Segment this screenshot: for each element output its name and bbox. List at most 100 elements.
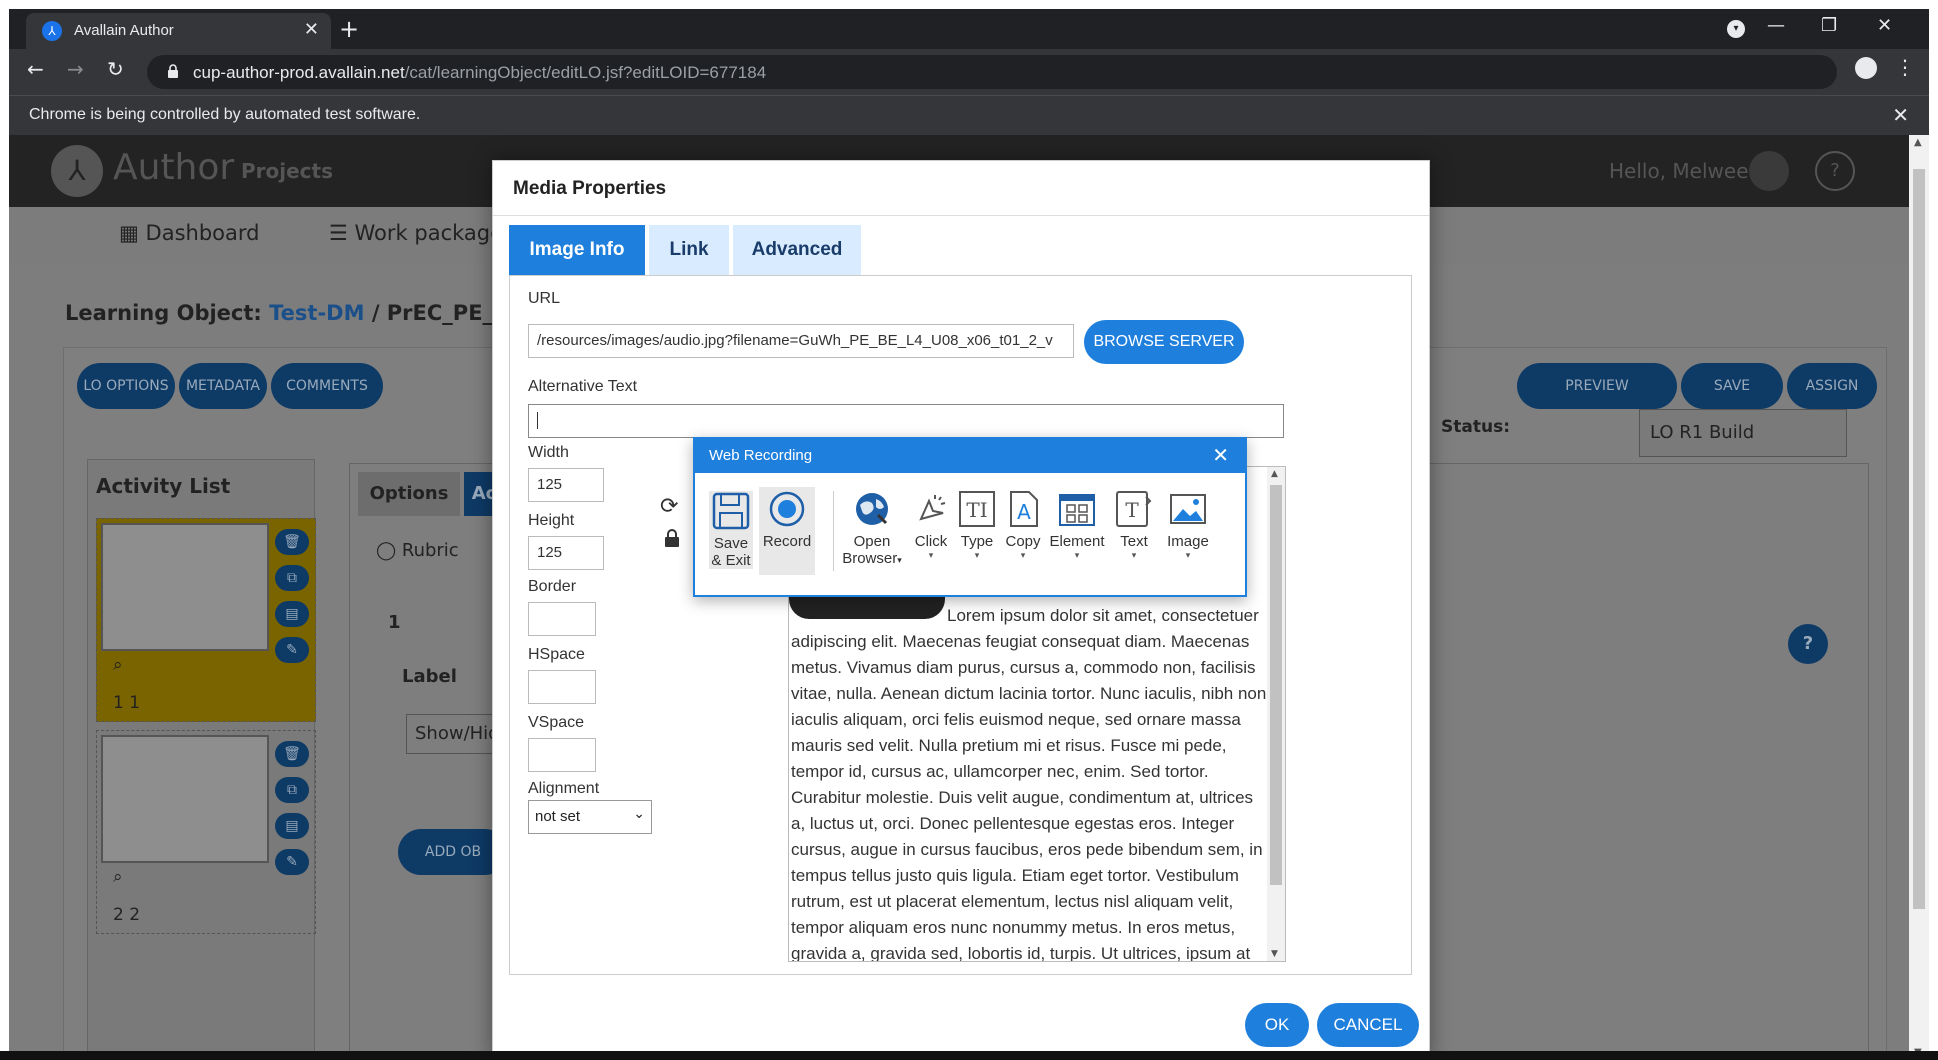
alt-text-field[interactable]: ​ xyxy=(528,404,1284,438)
infobar-close-icon[interactable]: ✕ xyxy=(1892,103,1909,127)
url-text: cup-author-prod.avallain.net/cat/learnin… xyxy=(193,63,766,83)
close-window-button[interactable]: ✕ xyxy=(1877,15,1892,36)
globe-icon xyxy=(856,493,888,525)
vspace-label: VSpace xyxy=(528,714,585,731)
record-label: Record xyxy=(762,533,812,550)
text-button[interactable]: T Text ▾ xyxy=(1109,489,1159,560)
forward-icon[interactable]: → xyxy=(67,57,84,81)
cancel-button[interactable]: CANCEL xyxy=(1317,1003,1419,1047)
lock-ratio-icon[interactable] xyxy=(664,528,680,548)
click-button[interactable]: Click ▾ xyxy=(909,489,953,560)
svg-text:TI: TI xyxy=(966,498,987,522)
media-properties-dialog: Media Properties Image Info Link Advance… xyxy=(492,160,1430,1060)
alignment-value: not set xyxy=(535,808,581,825)
type-button[interactable]: TI Type ▾ xyxy=(955,489,999,560)
browser-tab[interactable]: ⅄ Avallain Author ✕ xyxy=(26,13,331,49)
tab-close-icon[interactable]: ✕ xyxy=(304,19,319,40)
type-label: Type xyxy=(960,533,994,550)
url-host: cup-author-prod.avallain.net xyxy=(193,63,405,82)
image-label: Image xyxy=(1167,533,1209,550)
scroll-down-icon[interactable]: ▼ xyxy=(1271,949,1278,959)
close-icon[interactable]: ✕ xyxy=(1212,443,1229,467)
text-icon: T xyxy=(1116,491,1152,527)
browser-toolbar: ← → ↻ cup-author-prod.avallain.net/cat/l… xyxy=(9,49,1929,95)
preview-scrollbar[interactable]: ▲ ▼ xyxy=(1267,467,1285,961)
height-field[interactable]: 125 xyxy=(528,536,604,570)
url-path: /cat/learningObject/editLO.jsf?editLOID=… xyxy=(404,63,767,82)
tab-advanced[interactable]: Advanced xyxy=(733,225,861,275)
save-exit-label-2: & Exit xyxy=(711,552,751,569)
browser-window: ⅄ Avallain Author ✕ + ▾ — ❐ ✕ ← → ↻ cup-… xyxy=(9,9,1929,1060)
chevron-down-icon: ▾ xyxy=(928,550,934,560)
tab-link[interactable]: Link xyxy=(649,225,729,275)
open-browser-button[interactable]: Open Browser▾ xyxy=(837,489,907,569)
reload-icon[interactable]: ↻ xyxy=(107,57,124,81)
dialog-title: Media Properties xyxy=(513,178,667,199)
url-field[interactable]: /resources/images/audio.jpg?filename=GuW… xyxy=(528,324,1074,358)
scroll-up-icon[interactable]: ▲ xyxy=(1914,137,1922,148)
preview-text: Lorem ipsum dolor sit amet, consectetuer… xyxy=(791,606,1267,962)
border-field[interactable] xyxy=(528,602,596,636)
hspace-field[interactable] xyxy=(528,670,596,704)
chevron-down-icon: ▾ xyxy=(1020,550,1026,560)
vspace-field[interactable] xyxy=(528,738,596,772)
account-icon[interactable] xyxy=(1855,57,1877,79)
save-exit-label-1: Save xyxy=(713,535,749,552)
alignment-label: Alignment xyxy=(528,780,600,797)
avallain-favicon-icon: ⅄ xyxy=(42,21,62,41)
page-scroll-thumb[interactable] xyxy=(1913,169,1925,909)
chevron-down-icon: ⌄ xyxy=(633,805,645,821)
taskbar-edge xyxy=(0,1051,1938,1060)
infobar-text: Chrome is being controlled by automated … xyxy=(29,106,421,123)
width-field[interactable]: 125 xyxy=(528,468,604,502)
alignment-select[interactable]: not set ⌄ xyxy=(528,800,652,834)
copy-button[interactable]: A Copy ▾ xyxy=(1001,489,1045,560)
image-button[interactable]: Image ▾ xyxy=(1161,489,1215,560)
page-scrollbar[interactable]: ▲ ▼ xyxy=(1909,135,1929,1060)
new-tab-button[interactable]: + xyxy=(339,15,359,43)
record-icon xyxy=(769,491,805,527)
tab-search-icon[interactable]: ▾ xyxy=(1727,20,1745,38)
preview-scroll-thumb[interactable] xyxy=(1270,485,1282,885)
width-label: Width xyxy=(528,444,569,461)
chevron-down-icon: ▾ xyxy=(1131,550,1137,560)
reset-size-icon[interactable]: ⟳ xyxy=(660,494,678,519)
screen: ⅄ Avallain Author ✕ + ▾ — ❐ ✕ ← → ↻ cup-… xyxy=(0,0,1938,1060)
automation-infobar: Chrome is being controlled by automated … xyxy=(9,95,1929,135)
text-cursor: ​ xyxy=(537,412,538,429)
save-exit-button[interactable]: Save & Exit xyxy=(709,491,753,569)
copy-label: Copy xyxy=(1005,533,1041,550)
copy-text-icon: A xyxy=(1010,491,1038,527)
chevron-down-icon: ▾ xyxy=(1185,550,1191,560)
web-recording-titlebar[interactable]: Web Recording ✕ xyxy=(695,439,1245,473)
address-bar[interactable]: cup-author-prod.avallain.net/cat/learnin… xyxy=(147,55,1837,89)
element-button[interactable]: Element ▾ xyxy=(1047,489,1107,560)
chevron-down-icon: ▾ xyxy=(974,550,980,560)
divider xyxy=(493,215,1429,216)
svg-text:A: A xyxy=(1017,500,1031,524)
scroll-up-icon[interactable]: ▲ xyxy=(1271,469,1278,479)
lock-icon xyxy=(168,64,178,78)
tab-strip: ⅄ Avallain Author ✕ + ▾ — ❐ ✕ xyxy=(9,9,1929,49)
cursor-click-icon xyxy=(919,495,946,521)
click-label: Click xyxy=(914,533,948,550)
browse-server-button[interactable]: BROWSE SERVER xyxy=(1084,320,1244,364)
record-button[interactable]: Record xyxy=(759,487,815,575)
tab-image-info[interactable]: Image Info xyxy=(509,225,645,275)
back-icon[interactable]: ← xyxy=(27,57,44,81)
minimize-button[interactable]: — xyxy=(1767,15,1785,36)
url-label: URL xyxy=(528,290,561,307)
tab-title: Avallain Author xyxy=(74,22,174,39)
chevron-down-icon: ▾ xyxy=(1074,550,1080,560)
chevron-down-icon: ▾ xyxy=(897,555,902,565)
type-icon: TI xyxy=(959,491,995,527)
menu-dots-icon[interactable]: ⋮ xyxy=(1895,55,1915,79)
hspace-label: HSpace xyxy=(528,646,585,663)
toolbar-separator xyxy=(833,491,834,571)
alt-text-label: Alternative Text xyxy=(528,378,638,395)
floppy-disk-icon xyxy=(712,492,750,530)
web-recording-window: Web Recording ✕ Save & Exit Record Open … xyxy=(693,437,1247,597)
restore-button[interactable]: ❐ xyxy=(1821,15,1837,36)
ok-button[interactable]: OK xyxy=(1245,1003,1309,1047)
element-label: Element xyxy=(1049,533,1105,550)
